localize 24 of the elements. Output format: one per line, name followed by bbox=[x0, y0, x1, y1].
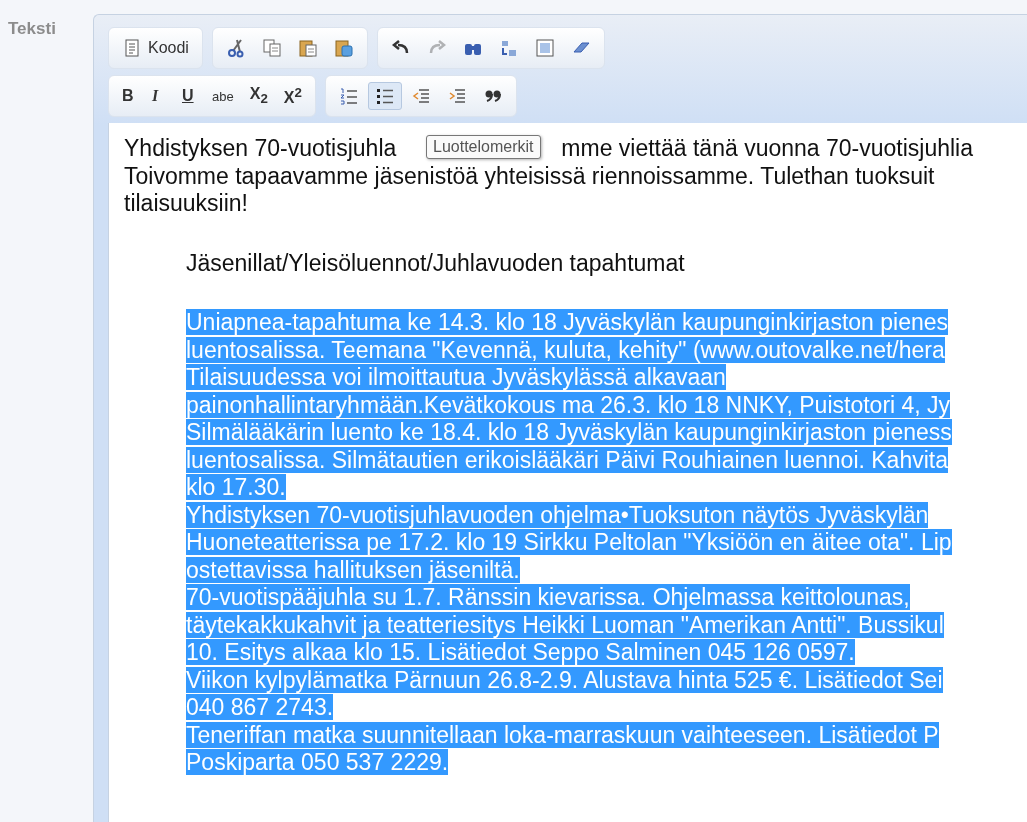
bold-button[interactable]: B bbox=[115, 82, 143, 110]
superscript-button[interactable]: X$^{2}$ bbox=[276, 82, 309, 110]
copy-icon bbox=[261, 38, 282, 58]
subscript-button[interactable]: X$_{2}$ bbox=[242, 82, 275, 110]
source-button[interactable]: Koodi bbox=[115, 34, 196, 62]
outdent-icon bbox=[410, 86, 431, 106]
document-icon bbox=[122, 38, 142, 58]
text-line: mme viettää tänä vuonna 70-vuotisjuhlia bbox=[561, 135, 973, 163]
field-label: Teksti bbox=[7, 18, 57, 39]
clipboard-icon bbox=[333, 38, 354, 58]
underline-button[interactable]: U bbox=[175, 82, 203, 110]
bullet-list-button[interactable] bbox=[367, 82, 402, 110]
numbered-list-icon bbox=[338, 86, 359, 106]
text-line: Yhdistyksen 70-vuotisjuhla bbox=[124, 135, 397, 163]
tooltip: Luottelomerkit bbox=[426, 135, 541, 159]
select-all-icon bbox=[534, 38, 555, 58]
scissors-icon bbox=[225, 38, 246, 58]
italic-button[interactable]: I bbox=[145, 82, 173, 110]
text-line: Toivomme tapaavamme jäsenistöä yhteisissä riennoissamme. Tulethan tuoksuit bbox=[124, 162, 935, 189]
strikethrough-button[interactable]: abe bbox=[205, 82, 241, 110]
heading-text: Jäsenillat/Yleisöluennot/Juhlavuoden tapahtumat bbox=[186, 249, 685, 276]
bullet-list-icon bbox=[374, 86, 395, 106]
text-line: tilaisuuksiin! bbox=[124, 190, 248, 216]
clipboard-icon bbox=[297, 38, 318, 58]
